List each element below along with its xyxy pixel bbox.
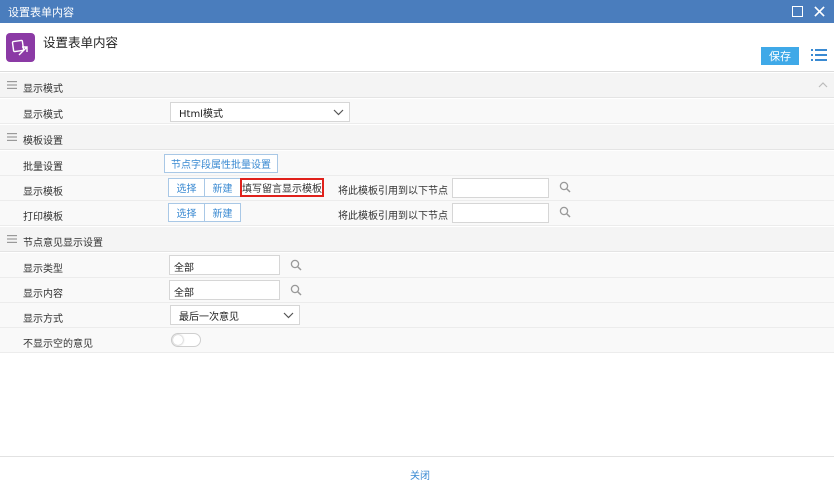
window-title: 设置表单内容 [8,5,74,19]
maximize-icon[interactable] [790,4,804,18]
row-print-template: 打印模板 选择 新建 将此模板引用到以下节点 [0,201,834,226]
page-header: 设置表单内容 保存 [0,23,834,72]
section-label: 模板设置 [23,136,63,147]
opinion-content-label: 显示内容 [23,289,63,300]
row-hide-empty-opinion: 不显示空的意见 [0,328,834,353]
row-display-mode: 显示模式 Html模式 [0,99,834,124]
chevron-down-icon [333,109,344,116]
hide-empty-opinion-toggle[interactable] [171,333,201,347]
save-button[interactable]: 保存 [761,47,799,65]
page-title: 设置表单内容 [43,35,119,50]
section-menu-icon [7,81,17,89]
section-template[interactable]: 模板设置 [0,125,834,150]
form-app-icon [6,33,35,62]
chevron-up-icon[interactable] [818,81,828,88]
search-icon[interactable] [290,284,302,296]
display-template-select-button[interactable]: 选择 [168,178,205,197]
print-template-label: 打印模板 [23,212,63,223]
search-icon[interactable] [559,181,571,193]
opinion-content-input[interactable]: 全部 [169,280,280,300]
batch-setting-label: 批量设置 [23,162,63,173]
row-batch-setting: 批量设置 节点字段属性批量设置 [0,151,834,176]
section-menu-icon [7,235,17,243]
section-menu-icon [7,133,17,141]
search-icon[interactable] [290,259,302,271]
display-mode-select[interactable]: Html模式 [170,102,350,122]
row-opinion-type: 显示类型 全部 [0,253,834,278]
row-opinion-content: 显示内容 全部 [0,278,834,303]
print-template-new-button[interactable]: 新建 [204,203,241,222]
opinion-mode-label: 显示方式 [23,314,63,325]
section-label: 节点意见显示设置 [23,238,103,249]
hide-empty-opinion-label: 不显示空的意见 [23,339,93,350]
apply-to-nodes-hint: 将此模板引用到以下节点 [338,186,448,197]
section-display-mode[interactable]: 显示模式 [0,73,834,98]
dialog-footer: 关闭 [0,456,834,486]
search-icon[interactable] [559,206,571,218]
print-template-nodes-input[interactable] [452,203,549,223]
toggle-knob [173,335,183,345]
print-template-select-button[interactable]: 选择 [168,203,205,222]
apply-to-nodes-hint: 将此模板引用到以下节点 [338,211,448,222]
window-titlebar: 设置表单内容 [0,0,834,23]
chevron-down-icon [283,312,294,319]
opinion-mode-select[interactable]: 最后一次意见 [170,305,300,325]
section-label: 显示模式 [23,84,63,95]
display-template-nodes-input[interactable] [452,178,549,198]
display-template-new-button[interactable]: 新建 [204,178,241,197]
row-display-template: 显示模板 选择 新建 填写留言显示模板 将此模板引用到以下节点 [0,176,834,201]
row-opinion-mode: 显示方式 最后一次意见 [0,303,834,328]
close-button[interactable]: 关闭 [410,467,430,482]
opinion-type-input[interactable]: 全部 [169,255,280,275]
batch-field-settings-button[interactable]: 节点字段属性批量设置 [164,154,278,173]
display-mode-value: Html模式 [179,108,223,120]
close-icon[interactable] [812,4,826,18]
fill-message-template-button[interactable]: 填写留言显示模板 [240,178,324,197]
display-mode-label: 显示模式 [23,110,63,121]
opinion-mode-value: 最后一次意见 [179,311,239,323]
display-template-label: 显示模板 [23,187,63,198]
list-menu-icon[interactable] [811,48,827,62]
opinion-type-label: 显示类型 [23,264,63,275]
section-opinion[interactable]: 节点意见显示设置 [0,227,834,252]
